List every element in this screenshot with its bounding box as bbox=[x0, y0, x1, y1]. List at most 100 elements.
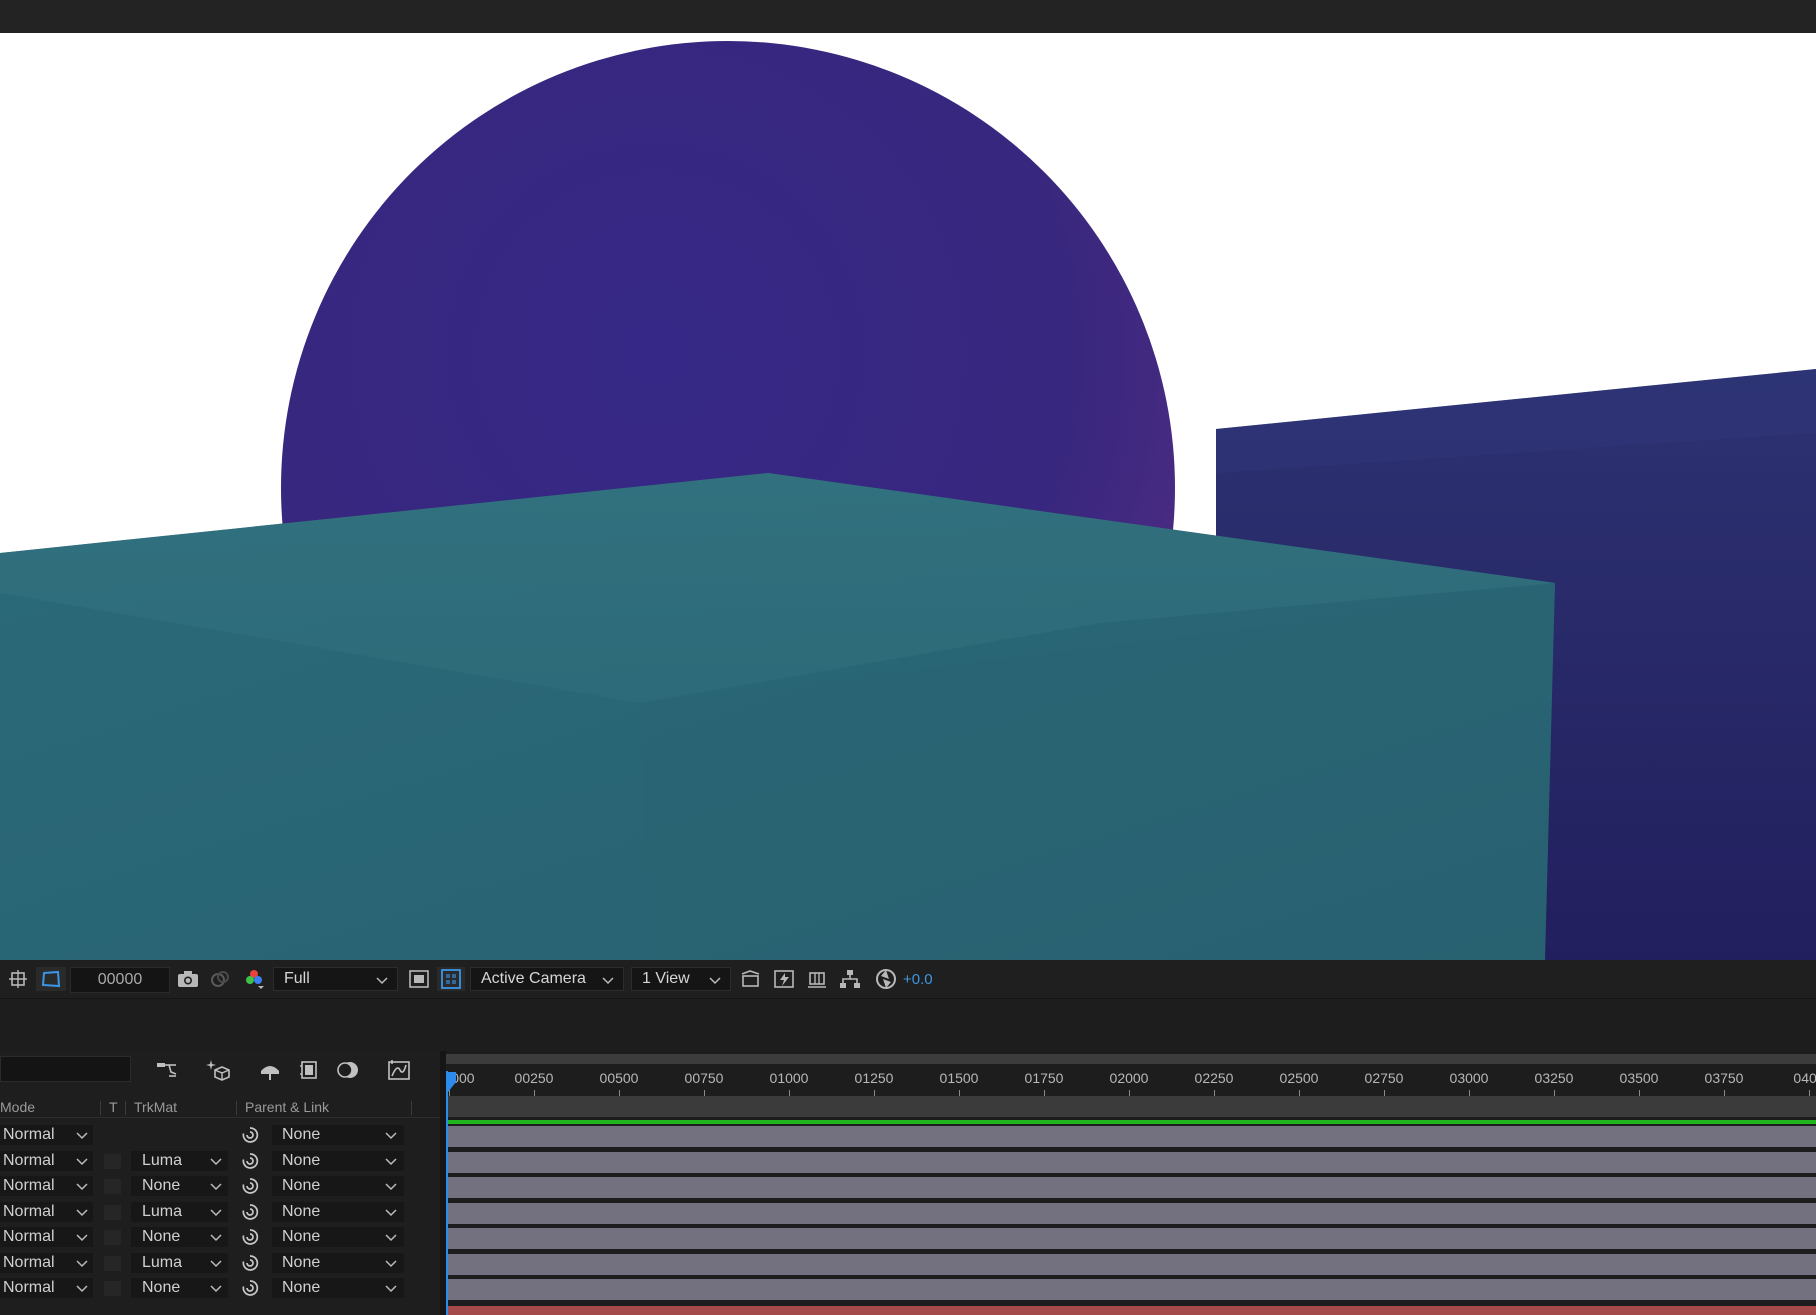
parent-value: None bbox=[282, 1253, 321, 1271]
show-snapshot-icon[interactable] bbox=[207, 967, 233, 991]
pick-whip-icon[interactable] bbox=[240, 1253, 260, 1273]
preserve-transparency-checkbox[interactable] bbox=[104, 1153, 121, 1169]
chevron-down-icon bbox=[384, 1205, 398, 1224]
track-matte-dropdown[interactable]: Luma bbox=[131, 1201, 228, 1222]
blend-mode-value: Normal bbox=[3, 1253, 55, 1271]
graph-editor-icon[interactable] bbox=[385, 1057, 413, 1083]
ruler-label: 02500 bbox=[1279, 1070, 1319, 1086]
draft-3d-icon[interactable] bbox=[204, 1057, 232, 1083]
parent-value: None bbox=[282, 1228, 321, 1245]
motion-blur-icon[interactable] bbox=[256, 1057, 284, 1083]
track-matte-dropdown[interactable]: None bbox=[131, 1278, 228, 1298]
blend-mode-dropdown[interactable]: Normal bbox=[0, 1176, 93, 1196]
track-matte-value: Luma bbox=[142, 1202, 183, 1220]
trkmat-column-header[interactable]: TrkMat bbox=[134, 1099, 177, 1115]
layer-bar[interactable] bbox=[446, 1177, 1816, 1198]
fast-previews-icon[interactable] bbox=[406, 967, 432, 991]
track-matte-dropdown[interactable]: None bbox=[131, 1176, 228, 1196]
reset-view-icon[interactable] bbox=[738, 967, 764, 991]
pick-whip-icon[interactable] bbox=[240, 1176, 260, 1196]
t-column-header[interactable]: T bbox=[109, 1099, 118, 1115]
layer-bar[interactable] bbox=[446, 1253, 1816, 1275]
track-matte-dropdown[interactable]: Luma bbox=[131, 1150, 228, 1171]
layer-row[interactable]: Normal None None bbox=[0, 1174, 440, 1199]
pick-whip-icon[interactable] bbox=[240, 1227, 260, 1247]
preserve-transparency-checkbox[interactable] bbox=[104, 1230, 121, 1245]
camera-dropdown[interactable]: Active Camera bbox=[470, 967, 624, 991]
parent-column-header[interactable]: Parent & Link bbox=[245, 1099, 329, 1115]
layer-row[interactable]: Normal None None bbox=[0, 1276, 440, 1301]
layer-bar[interactable] bbox=[446, 1279, 1816, 1300]
layer-row[interactable]: Normal None bbox=[0, 1123, 440, 1148]
parent-dropdown[interactable]: None bbox=[272, 1201, 404, 1224]
blend-mode-dropdown[interactable]: Normal bbox=[0, 1201, 93, 1222]
parent-dropdown[interactable]: None bbox=[272, 1176, 404, 1196]
layer-row[interactable]: Normal Luma None bbox=[0, 1251, 440, 1276]
layer-bar[interactable] bbox=[446, 1202, 1816, 1224]
layer-bar[interactable] bbox=[446, 1126, 1816, 1147]
parent-dropdown[interactable]: None bbox=[272, 1252, 404, 1273]
track-matte-value: Luma bbox=[142, 1253, 183, 1271]
exposure-value[interactable]: +0.0 bbox=[903, 967, 943, 991]
parent-value: None bbox=[282, 1202, 321, 1220]
track-matte-value: None bbox=[142, 1228, 181, 1245]
blend-mode-dropdown[interactable]: Normal bbox=[0, 1227, 93, 1247]
playhead-line[interactable] bbox=[446, 1071, 448, 1315]
preserve-transparency-checkbox[interactable] bbox=[104, 1179, 121, 1194]
pick-whip-icon[interactable] bbox=[240, 1125, 260, 1145]
flowchart-icon[interactable] bbox=[837, 967, 863, 991]
composition-viewer[interactable] bbox=[0, 33, 1816, 960]
track-matte-value: Luma bbox=[142, 1151, 183, 1169]
mode-column-header[interactable]: Mode bbox=[0, 1099, 35, 1115]
timeline-graph[interactable]: 0000 00250 00500 00750 01000 01250 01500 01750 0… bbox=[446, 1051, 1816, 1315]
color-channels-icon[interactable] bbox=[241, 967, 267, 991]
draft-3d-extent-icon[interactable] bbox=[804, 967, 830, 991]
shy-icon[interactable] bbox=[153, 1057, 181, 1083]
layer-row[interactable]: Normal None None bbox=[0, 1225, 440, 1250]
resolution-dropdown[interactable]: Full bbox=[273, 967, 398, 991]
blend-mode-value: Normal bbox=[3, 1202, 55, 1220]
blend-mode-dropdown[interactable]: Normal bbox=[0, 1150, 93, 1171]
blend-mode-dropdown[interactable]: Normal bbox=[0, 1125, 93, 1145]
time-ruler[interactable]: 0000 00250 00500 00750 01000 01250 01500 01750 0… bbox=[446, 1064, 1816, 1096]
chevron-down-icon bbox=[209, 1179, 223, 1198]
toggle-transparency-grid-icon[interactable] bbox=[437, 967, 465, 991]
mask-path-icon[interactable] bbox=[36, 967, 66, 991]
layer-row[interactable]: Normal Luma None bbox=[0, 1200, 440, 1225]
snapshot-icon[interactable] bbox=[175, 967, 201, 991]
preserve-transparency-checkbox[interactable] bbox=[104, 1281, 121, 1296]
work-area-bar[interactable] bbox=[446, 1054, 1816, 1064]
region-of-interest-icon[interactable] bbox=[6, 967, 30, 991]
layer-bar-red[interactable] bbox=[446, 1306, 1816, 1315]
pick-whip-icon[interactable] bbox=[240, 1151, 260, 1171]
track-matte-value: None bbox=[142, 1279, 181, 1296]
frame-blending-icon[interactable] bbox=[295, 1057, 323, 1083]
parent-dropdown[interactable]: None bbox=[272, 1227, 404, 1247]
parent-dropdown[interactable]: None bbox=[272, 1278, 404, 1298]
track-matte-dropdown[interactable]: None bbox=[131, 1227, 228, 1247]
app-title-bar bbox=[0, 0, 1816, 33]
track-matte-dropdown[interactable]: Luma bbox=[131, 1252, 228, 1273]
parent-dropdown[interactable]: None bbox=[272, 1125, 404, 1145]
timecode-field[interactable]: 00000 bbox=[70, 967, 170, 993]
preserve-transparency-checkbox[interactable] bbox=[104, 1255, 121, 1271]
ruler-label: 01250 bbox=[854, 1070, 894, 1086]
pick-whip-icon[interactable] bbox=[240, 1278, 260, 1298]
view-layout-dropdown[interactable]: 1 View bbox=[631, 967, 731, 991]
resolution-value: Full bbox=[284, 970, 310, 987]
adjustment-layer-icon[interactable] bbox=[334, 1057, 362, 1083]
playhead-icon[interactable] bbox=[446, 1072, 458, 1094]
blend-mode-dropdown[interactable]: Normal bbox=[0, 1278, 93, 1298]
layer-row[interactable]: Normal Luma None bbox=[0, 1149, 440, 1174]
viewer-render bbox=[0, 41, 1816, 960]
chevron-down-icon bbox=[75, 1128, 89, 1147]
layer-bar[interactable] bbox=[446, 1228, 1816, 1249]
parent-dropdown[interactable]: None bbox=[272, 1150, 404, 1171]
preserve-transparency-checkbox[interactable] bbox=[104, 1204, 121, 1220]
pick-whip-icon[interactable] bbox=[240, 1202, 260, 1222]
3d-draft-icon[interactable] bbox=[771, 967, 797, 991]
reset-exposure-icon[interactable] bbox=[873, 967, 899, 991]
layer-bar[interactable] bbox=[446, 1151, 1816, 1173]
blend-mode-dropdown[interactable]: Normal bbox=[0, 1252, 93, 1273]
layer-search-input[interactable] bbox=[0, 1056, 131, 1082]
